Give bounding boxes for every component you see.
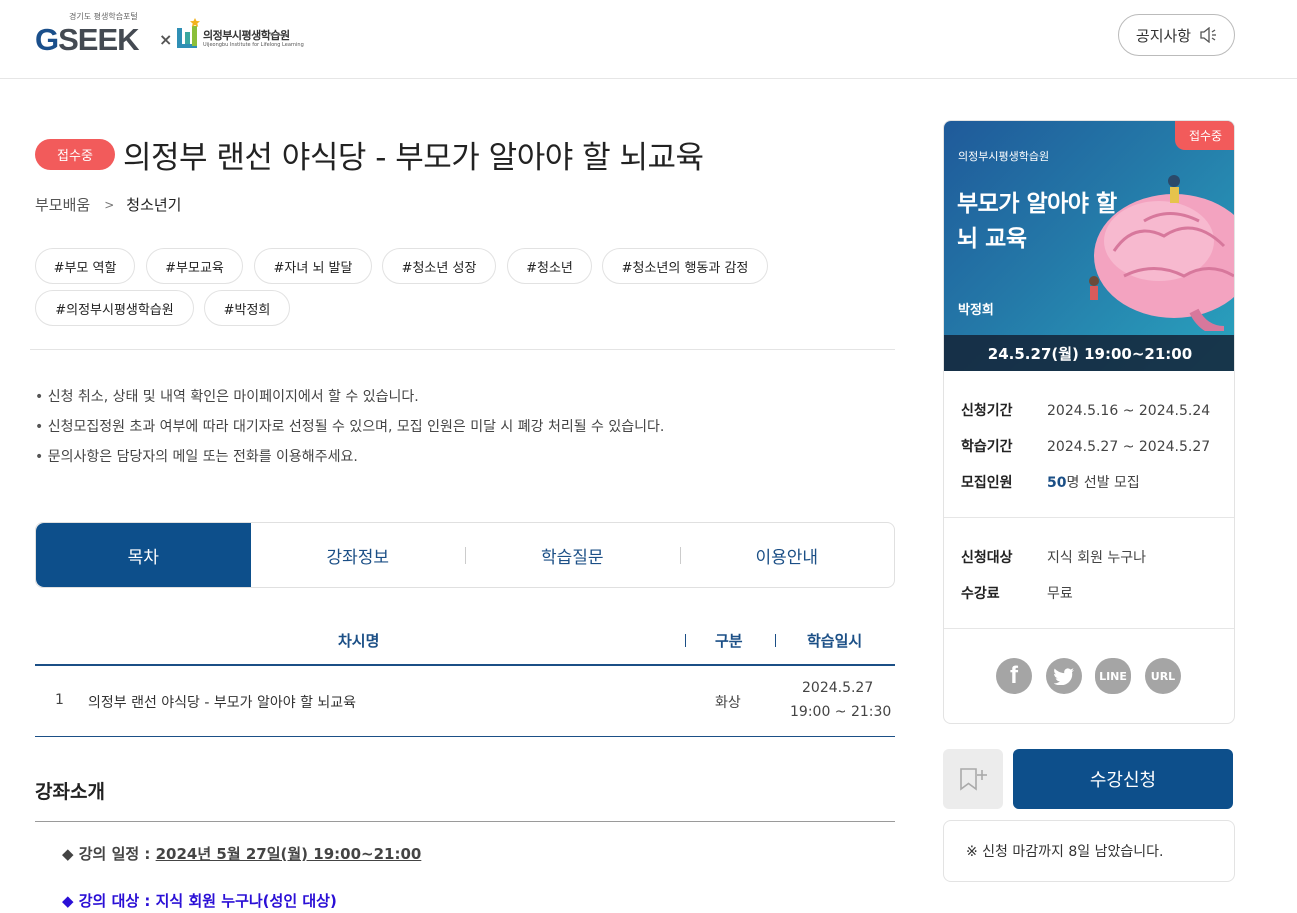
wishlist-button[interactable] — [943, 749, 1003, 809]
institute-name: 의정부시평생학습원 — [203, 29, 290, 42]
breadcrumb-item[interactable]: 부모배움 — [35, 194, 90, 215]
tab-separator — [679, 547, 681, 564]
study-period: 학습기간 2024.5.27 ~ 2024.5.27 — [961, 439, 1211, 455]
divider — [30, 349, 895, 350]
poster-status-badge: 접수중 — [1175, 121, 1234, 150]
deadline-notice: ※ 신청 마감까지 8일 남았습니다. — [943, 820, 1235, 882]
breadcrumb: 부모배움 > 청소년기 — [35, 194, 181, 215]
column-separator — [775, 634, 776, 647]
chevron-right-icon: > — [104, 197, 115, 212]
course-poster: 접수중 의정부시평생학습원 부모가 알아야 할 뇌 교육 박정희 24.5.27… — [944, 121, 1234, 371]
tag[interactable]: #부모 역할 — [35, 248, 135, 284]
poster-author: 박정희 — [958, 303, 994, 318]
row-date: 2024.5.27 — [802, 680, 874, 696]
tab-contents[interactable]: 목차 — [36, 523, 251, 587]
poster-title: 부모가 알아야 할 뇌 교육 — [957, 191, 1117, 252]
institute-name-en: Uijeongbu Institute for Lifelong Learnin… — [203, 42, 304, 48]
content-tabs: 목차 강좌정보 학습질문 이용안내 — [35, 522, 895, 588]
page-title: 의정부 랜선 야식당 - 부모가 알아야 할 뇌교육 — [123, 140, 704, 176]
table-header: 차시명 구분 학습일시 — [35, 622, 895, 666]
column-header-date: 학습일시 — [807, 632, 863, 650]
tab-separator — [465, 547, 466, 564]
gseek-logo: GSEEK — [35, 22, 140, 57]
tag[interactable]: #청소년 — [507, 248, 592, 284]
speaker-icon — [1200, 27, 1217, 43]
site-header: 경기도 평생학습포털 GSEEK × 의정부시평생학습원 Uijeongbu I… — [0, 0, 1297, 79]
divider — [944, 517, 1234, 518]
apply-target: 신청대상 지식 회원 누구나 — [961, 550, 1147, 566]
tag[interactable]: #의정부시평생학습원 — [35, 290, 194, 326]
tab-questions[interactable]: 학습질문 — [465, 523, 680, 587]
row-title: 의정부 랜선 야식당 - 부모가 알아야 할 뇌교육 — [88, 695, 357, 711]
row-type: 화상 — [715, 695, 741, 711]
apply-button[interactable]: 수강신청 — [1013, 749, 1233, 809]
column-separator — [685, 634, 686, 647]
section-title: 강좌소개 — [35, 781, 105, 803]
notice-list: 신청 취소, 상태 및 내역 확인은 마이페이지에서 할 수 있습니다. 신청모… — [35, 386, 665, 476]
url-share-icon[interactable]: URL — [1145, 658, 1181, 694]
recruit-count: 모집인원 50명 선발 모집 — [961, 475, 1140, 491]
line-share-icon[interactable]: LINE — [1095, 658, 1131, 694]
breadcrumb-current[interactable]: 청소년기 — [126, 194, 181, 215]
apply-period: 신청기간 2024.5.16 ~ 2024.5.24 — [961, 403, 1211, 419]
course-summary-card: 접수중 의정부시평생학습원 부모가 알아야 할 뇌 교육 박정희 24.5.27… — [943, 120, 1235, 724]
notice-item: 신청 취소, 상태 및 내역 확인은 마이페이지에서 할 수 있습니다. — [35, 386, 664, 416]
column-header-name: 차시명 — [338, 632, 380, 650]
poster-institute: 의정부시평생학습원 — [958, 150, 1050, 163]
notice-label: 공지사항 — [1135, 26, 1192, 45]
facebook-share-icon[interactable]: f — [996, 658, 1032, 694]
row-number: 1 — [55, 692, 64, 708]
tag[interactable]: #부모교육 — [146, 248, 243, 284]
row-time: 19:00 ~ 21:30 — [790, 704, 892, 720]
bookmark-add-icon — [960, 768, 987, 791]
column-header-type: 구분 — [715, 632, 743, 650]
tag[interactable]: #청소년의 행동과 감정 — [602, 248, 768, 284]
tag[interactable]: #박정희 — [204, 290, 290, 326]
poster-date: 24.5.27(월) 19:00~21:00 — [944, 335, 1234, 371]
status-badge: 접수중 — [35, 139, 115, 170]
schedule-line: ◆ 강의 일정 : 2024년 5월 27일(월) 19:00~21:00 — [62, 845, 422, 863]
tag[interactable]: #청소년 성장 — [382, 248, 496, 284]
notice-button[interactable]: 공지사항 — [1118, 14, 1235, 56]
tab-guide[interactable]: 이용안내 — [679, 523, 895, 587]
divider — [944, 628, 1234, 629]
course-fee: 수강료 무료 — [961, 586, 1073, 602]
twitter-share-icon[interactable] — [1046, 658, 1082, 694]
tab-course-info[interactable]: 강좌정보 — [251, 523, 466, 587]
logo-cross: × — [159, 30, 173, 49]
logo-subtitle: 경기도 평생학습포털 — [69, 12, 138, 21]
notice-item: 문의사항은 담당자의 메일 또는 전화를 이용해주세요. — [35, 446, 664, 476]
institute-logo-icon — [177, 18, 200, 48]
target-line: ◆ 강의 대상 : 지식 회원 누구나(성인 대상) — [62, 892, 337, 910]
tag[interactable]: #자녀 뇌 발달 — [254, 248, 372, 284]
table-row: 1 의정부 랜선 야식당 - 부모가 알아야 할 뇌교육 화상 2024.5.2… — [35, 666, 895, 737]
notice-item: 신청모집정원 초과 여부에 따라 대기자로 선정될 수 있으며, 모집 인원은 … — [35, 416, 665, 446]
divider — [35, 821, 895, 822]
